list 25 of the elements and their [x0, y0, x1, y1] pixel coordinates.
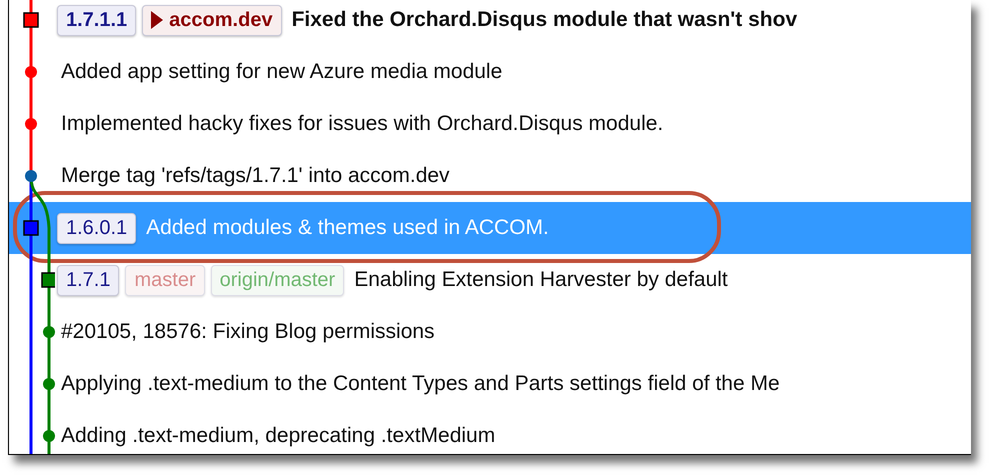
- commit-row[interactable]: Adding .text-medium, deprecating .textMedium: [9, 410, 971, 454]
- commit-row[interactable]: #20105, 18576: Fixing Blog permissions: [9, 306, 971, 358]
- commit-message: Added modules & themes used in ACCOM.: [145, 216, 549, 240]
- branch-label: master: [125, 264, 205, 296]
- commit-row[interactable]: 1.7.1.1 accom.dev Fixed the Orchard.Disqus module that wasn't shov: [9, 0, 971, 46]
- commit-row[interactable]: Implemented hacky fixes for issues with Orchard.Disqus module.: [9, 98, 971, 150]
- triangle-icon: [151, 11, 164, 29]
- commit-row[interactable]: Merge tag 'refs/tags/1.7.1' into accom.dev: [9, 150, 971, 202]
- commit-message: Merge tag 'refs/tags/1.7.1' into accom.dev: [60, 164, 450, 188]
- tag-label: 1.6.0.1: [57, 212, 136, 244]
- commit-message: Fixed the Orchard.Disqus module that wasn't shov: [290, 8, 798, 32]
- commit-message: Added app setting for new Azure media module: [60, 60, 502, 84]
- tag-label: 1.7.1.1: [57, 4, 136, 36]
- commit-message: Applying .text-medium to the Content Types and Parts settings field of the Me: [60, 372, 780, 396]
- current-branch-label: accom.dev: [142, 4, 282, 36]
- commit-message: Implemented hacky fixes for issues with Orchard.Disqus module.: [60, 112, 664, 136]
- commit-message: Adding .text-medium, deprecating .textMedium: [60, 424, 496, 448]
- commit-row[interactable]: 1.6.0.1 Added modules & themes used in ACCOM.: [9, 202, 971, 254]
- commit-row[interactable]: Added app setting for new Azure media module: [9, 46, 971, 98]
- remote-branch-label: origin/master: [210, 264, 344, 296]
- commit-message: Enabling Extension Harvester by default: [353, 268, 728, 292]
- commit-message: #20105, 18576: Fixing Blog permissions: [60, 320, 435, 344]
- tag-label: 1.7.1: [57, 264, 120, 296]
- commit-row[interactable]: 1.7.1 master origin/master Enabling Extension Harvester by default: [9, 254, 971, 306]
- commit-row[interactable]: Applying .text-medium to the Content Types and Parts settings field of the Me: [9, 358, 971, 410]
